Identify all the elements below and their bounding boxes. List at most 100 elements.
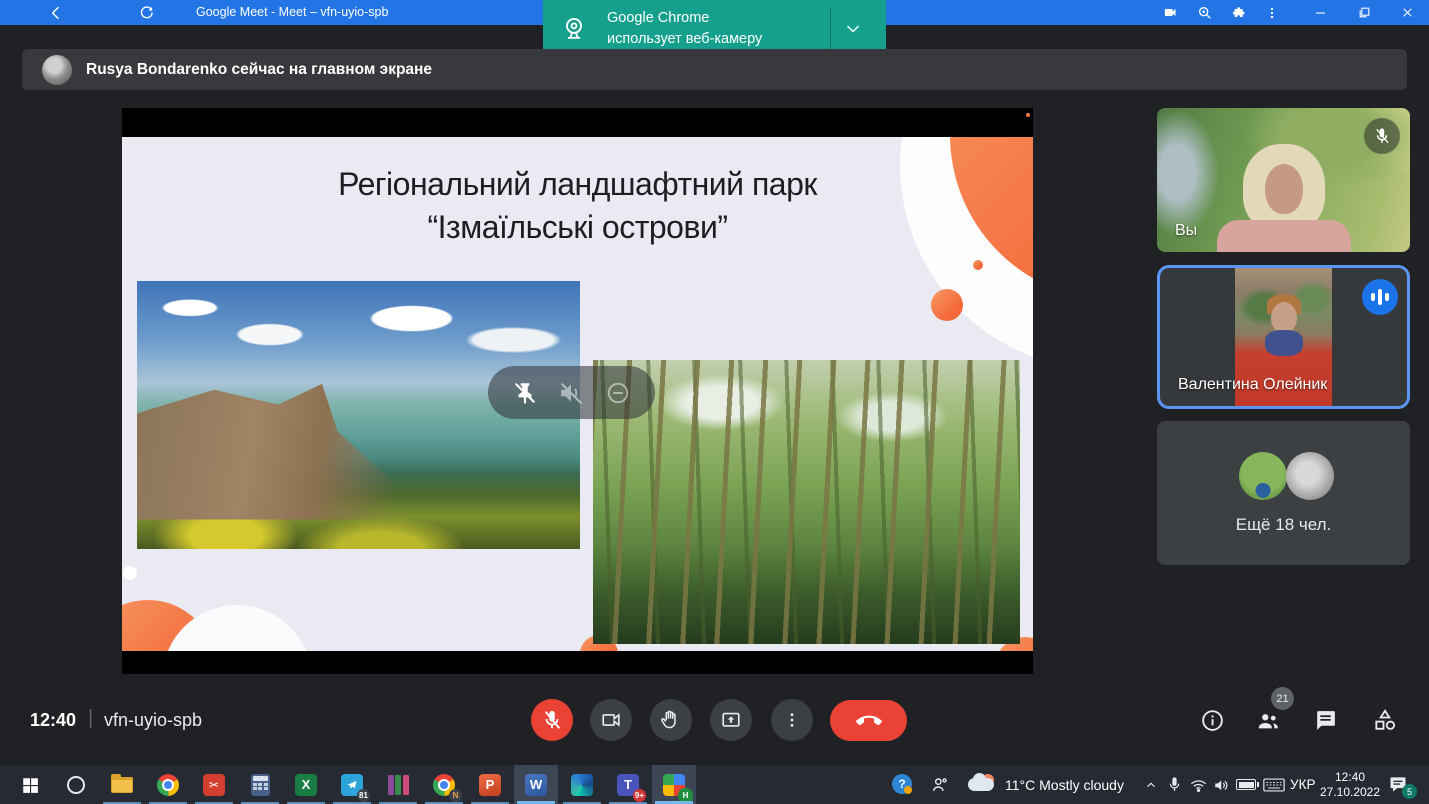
zoom-icon[interactable] <box>1191 0 1219 25</box>
toast-divider <box>830 8 831 50</box>
tray-microphone-icon[interactable] <box>1166 775 1183 794</box>
present-screen-button[interactable] <box>710 699 752 741</box>
cortana-search-button[interactable] <box>54 765 98 804</box>
notification-app-name: Google Chrome <box>607 8 762 29</box>
window-title: Google Meet - Meet – vfn-uyio-spb <box>196 0 388 25</box>
unpin-icon[interactable] <box>512 380 538 406</box>
presentation-hover-controls <box>488 366 655 419</box>
self-muted-mic-icon <box>1364 118 1400 154</box>
tray-clock[interactable]: 12:40 27.10.2022 <box>1312 770 1388 800</box>
scissors-app-icon: ✂ <box>202 773 226 797</box>
presentation-stage: Регіональний ландшафтний парк “Ізмаїльсь… <box>122 108 1033 674</box>
tray-wifi-icon[interactable] <box>1189 777 1208 794</box>
people-tray-icon[interactable] <box>930 775 950 795</box>
teams-badge: 9+ <box>633 789 646 802</box>
chrome-icon <box>156 773 180 797</box>
overflow-label: Ещё 18 чел. <box>1157 515 1410 535</box>
cortana-icon <box>67 776 85 794</box>
taskbar-telegram[interactable]: 81 <box>330 765 374 804</box>
tray-clock-date: 27.10.2022 <box>1312 785 1388 800</box>
self-video-face <box>1265 164 1303 214</box>
menu-kebab-icon[interactable] <box>1258 0 1286 25</box>
windows-taskbar: ✂ X <box>0 765 1429 804</box>
slide-white-dot <box>123 566 137 580</box>
taskbar-chrome[interactable] <box>146 765 190 804</box>
taskbar-meet[interactable]: H <box>652 765 696 804</box>
taskbar-word[interactable]: W <box>514 765 558 804</box>
meeting-details-button[interactable] <box>1199 707 1225 733</box>
file-explorer-icon <box>110 773 134 797</box>
word-icon: W <box>524 773 548 797</box>
calculator-icon <box>248 773 272 797</box>
taskbar-calculator[interactable] <box>238 765 282 804</box>
tray-battery-icon[interactable] <box>1236 779 1256 790</box>
help-tray-icon[interactable]: ? <box>892 774 912 794</box>
chat-button[interactable] <box>1312 707 1338 733</box>
cliff-shape <box>137 372 394 519</box>
overflow-avatar-1 <box>1239 452 1287 500</box>
mute-speaker-icon[interactable] <box>558 380 584 406</box>
taskbar-file-explorer[interactable] <box>100 765 144 804</box>
presenting-banner: Rusya Bondarenko сейчас на главном экран… <box>22 49 1407 90</box>
tray-chevron-up-icon[interactable] <box>1144 778 1158 792</box>
slide: Регіональний ландшафтний парк “Ізмаїльсь… <box>122 137 1033 651</box>
more-options-button[interactable] <box>771 699 813 741</box>
slide-title: Регіональний ландшафтний парк “Ізмаїльсь… <box>122 163 1033 249</box>
clock-separator: | <box>88 707 93 730</box>
reload-icon[interactable] <box>132 0 160 25</box>
raise-hand-button[interactable] <box>650 699 692 741</box>
webcam-icon <box>559 14 589 44</box>
stage-orange-dot <box>1026 113 1030 117</box>
slide-orange-dot-small <box>973 260 983 270</box>
self-label: Вы <box>1175 222 1197 240</box>
back-icon[interactable] <box>42 0 70 25</box>
taskbar-winrar[interactable] <box>376 765 420 804</box>
start-button[interactable] <box>8 765 52 804</box>
extensions-icon[interactable] <box>1225 0 1253 25</box>
taskbar-edge[interactable] <box>560 765 604 804</box>
toast-chevron-down-icon[interactable] <box>843 19 863 39</box>
excel-icon: X <box>294 773 318 797</box>
presenter-avatar <box>42 55 72 85</box>
telegram-badge: 81 <box>357 789 370 802</box>
participant-tile-self[interactable]: Вы <box>1157 108 1410 252</box>
notification-count-badge: 5 <box>1402 784 1417 799</box>
winrar-icon <box>386 773 410 797</box>
slide-title-line1: Регіональний ландшафтний парк <box>122 163 1033 206</box>
activities-button[interactable] <box>1372 707 1398 733</box>
camera-in-use-icon[interactable] <box>1156 0 1184 25</box>
close-button[interactable] <box>1393 0 1421 25</box>
participant-count-badge: 21 <box>1271 687 1294 710</box>
tray-keyboard-icon[interactable] <box>1263 778 1285 792</box>
taskbar-chrome-profile[interactable]: N <box>422 765 466 804</box>
overflow-avatar-2 <box>1286 452 1334 500</box>
presenting-banner-text: Rusya Bondarenko сейчас на главном экран… <box>86 61 432 79</box>
speaking-audio-indicator <box>1362 279 1398 315</box>
taskbar-teams[interactable]: T 9+ <box>606 765 650 804</box>
edge-icon <box>570 773 594 797</box>
self-video-body <box>1217 220 1351 252</box>
participant-tile-speaker[interactable]: Валентина Олейник <box>1157 265 1410 409</box>
mic-toggle-button[interactable] <box>531 699 573 741</box>
participant-tile-overflow[interactable]: Ещё 18 чел. <box>1157 421 1410 565</box>
teams-icon: T 9+ <box>616 773 640 797</box>
remove-from-call-icon[interactable] <box>605 380 631 406</box>
taskbar-snipping-app[interactable]: ✂ <box>192 765 236 804</box>
slide-title-line2: “Ізмаїльські острови” <box>122 206 1033 249</box>
meet-icon: H <box>662 773 686 797</box>
meeting-code: vfn-uyio-spb <box>104 710 202 731</box>
tray-clock-time: 12:40 <box>1312 770 1388 785</box>
participants-button[interactable] <box>1255 707 1281 733</box>
slide-photo-forest <box>593 360 1020 644</box>
notification-message: использует веб-камеру <box>607 29 762 50</box>
end-call-button[interactable] <box>830 700 907 741</box>
taskbar-powerpoint[interactable]: P <box>468 765 512 804</box>
tray-speaker-icon[interactable] <box>1213 776 1231 794</box>
telegram-icon: 81 <box>340 773 364 797</box>
taskbar-excel[interactable]: X <box>284 765 328 804</box>
slide-orange-dot <box>931 289 963 321</box>
camera-toggle-button[interactable] <box>590 699 632 741</box>
maximize-button[interactable] <box>1350 0 1378 25</box>
minimize-button[interactable] <box>1306 0 1334 25</box>
weather-text[interactable]: 11°C Mostly cloudy <box>1005 777 1124 793</box>
